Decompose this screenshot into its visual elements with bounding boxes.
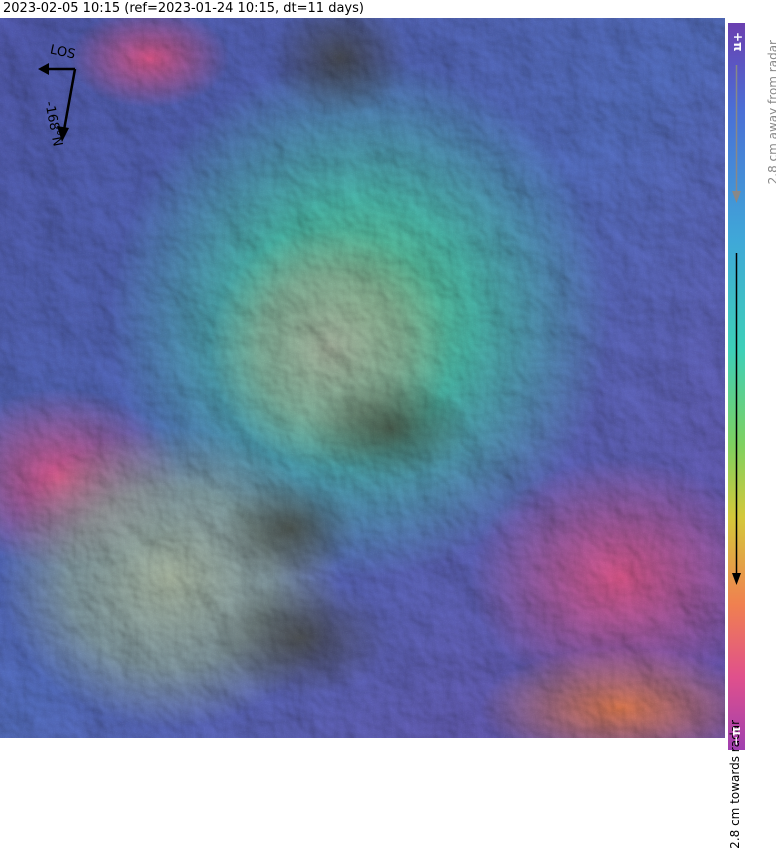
page-title: 2023-02-05 10:15 (ref=2023-01-24 10:15, …: [3, 1, 364, 16]
phase-colorbar: +π 2.8 cm away from radar 2.8 cm towards…: [726, 18, 776, 849]
header-bar: 2023-02-05 10:15 (ref=2023-01-24 10:15, …: [0, 0, 776, 18]
interferogram-image: [0, 18, 725, 738]
colorbar-away-label: 2.8 cm away from radar: [766, 40, 776, 185]
colorbar-top-tick: +π: [731, 32, 745, 52]
colorbar-strip: [728, 23, 745, 750]
interferogram-map[interactable]: LOS -168°N: [0, 18, 725, 738]
colorbar-bottom-tick: −π: [729, 726, 743, 746]
